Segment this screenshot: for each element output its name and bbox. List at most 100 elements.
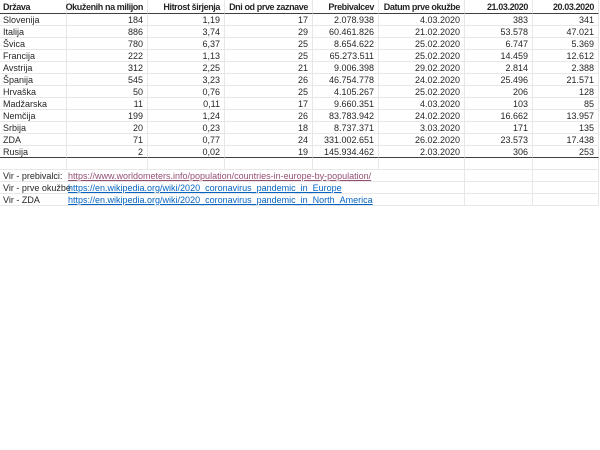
cell-infected-per-million[interactable]: 199	[67, 110, 148, 122]
cell-spread-rate[interactable]: 0,23	[148, 122, 225, 134]
cell-country[interactable]: Srbija	[0, 122, 67, 134]
cell-2020-03-21[interactable]: 171	[465, 122, 533, 134]
cell-first-infection-date[interactable]: 21.02.2020	[379, 26, 465, 38]
cell-country[interactable]: Rusija	[0, 146, 67, 158]
column-header-spread-rate[interactable]: Hitrost širjenja	[148, 0, 225, 14]
cell-spread-rate[interactable]: 3,23	[148, 74, 225, 86]
cell-days-since-first-detection[interactable]: 19	[225, 146, 313, 158]
cell-2020-03-21[interactable]: 383	[465, 14, 533, 26]
cell-2020-03-21[interactable]: 16.662	[465, 110, 533, 122]
source-link[interactable]: https://en.wikipedia.org/wiki/2020_coron…	[68, 183, 342, 193]
cell-population[interactable]: 65.273.511	[313, 50, 379, 62]
source-link[interactable]: https://www.worldometers.info/population…	[68, 171, 371, 181]
cell-population[interactable]: 46.754.778	[313, 74, 379, 86]
cell-infected-per-million[interactable]: 20	[67, 122, 148, 134]
cell-2020-03-21[interactable]: 6.747	[465, 38, 533, 50]
cell-population[interactable]: 145.934.462	[313, 146, 379, 158]
cell-country[interactable]: Avstrija	[0, 62, 67, 74]
cell-country[interactable]: Madžarska	[0, 98, 67, 110]
cell-days-since-first-detection[interactable]: 29	[225, 26, 313, 38]
cell-first-infection-date[interactable]: 25.02.2020	[379, 50, 465, 62]
column-header-first-infection-date[interactable]: Datum prve okužbe	[379, 0, 465, 14]
cell-population[interactable]: 8.654.622	[313, 38, 379, 50]
cell-infected-per-million[interactable]: 780	[67, 38, 148, 50]
column-header-population[interactable]: Prebivalcev	[313, 0, 379, 14]
cell-country[interactable]: Italija	[0, 26, 67, 38]
cell-days-since-first-detection[interactable]: 26	[225, 74, 313, 86]
cell-spread-rate[interactable]: 1,13	[148, 50, 225, 62]
cell-2020-03-20[interactable]: 135	[533, 122, 599, 134]
cell-infected-per-million[interactable]: 11	[67, 98, 148, 110]
cell-infected-per-million[interactable]: 184	[67, 14, 148, 26]
cell-first-infection-date[interactable]: 4.03.2020	[379, 98, 465, 110]
cell-2020-03-20[interactable]: 253	[533, 146, 599, 158]
cell-population[interactable]: 2.078.938	[313, 14, 379, 26]
cell-days-since-first-detection[interactable]: 25	[225, 86, 313, 98]
cell-infected-per-million[interactable]: 2	[67, 146, 148, 158]
cell-infected-per-million[interactable]: 545	[67, 74, 148, 86]
cell-first-infection-date[interactable]: 24.02.2020	[379, 110, 465, 122]
cell-spread-rate[interactable]: 1,19	[148, 14, 225, 26]
cell-days-since-first-detection[interactable]: 25	[225, 50, 313, 62]
cell-country[interactable]: Francija	[0, 50, 67, 62]
cell-2020-03-21[interactable]: 306	[465, 146, 533, 158]
cell-first-infection-date[interactable]: 25.02.2020	[379, 38, 465, 50]
cell-population[interactable]: 60.461.826	[313, 26, 379, 38]
cell-first-infection-date[interactable]: 26.02.2020	[379, 134, 465, 146]
cell-2020-03-21[interactable]: 2.814	[465, 62, 533, 74]
cell-2020-03-21[interactable]: 103	[465, 98, 533, 110]
cell-2020-03-20[interactable]: 2.388	[533, 62, 599, 74]
cell-days-since-first-detection[interactable]: 26	[225, 110, 313, 122]
cell-spread-rate[interactable]: 3,74	[148, 26, 225, 38]
cell-2020-03-21[interactable]: 23.573	[465, 134, 533, 146]
cell-spread-rate[interactable]: 0,02	[148, 146, 225, 158]
cell-spread-rate[interactable]: 0,76	[148, 86, 225, 98]
cell-country[interactable]: Nemčija	[0, 110, 67, 122]
cell-days-since-first-detection[interactable]: 17	[225, 98, 313, 110]
cell-first-infection-date[interactable]: 3.03.2020	[379, 122, 465, 134]
cell-country[interactable]: Slovenija	[0, 14, 67, 26]
cell-population[interactable]: 4.105.267	[313, 86, 379, 98]
cell-2020-03-20[interactable]: 13.957	[533, 110, 599, 122]
cell-first-infection-date[interactable]: 24.02.2020	[379, 74, 465, 86]
cell-2020-03-21[interactable]: 25.496	[465, 74, 533, 86]
cell-population[interactable]: 8.737.371	[313, 122, 379, 134]
cell-first-infection-date[interactable]: 29.02.2020	[379, 62, 465, 74]
cell-2020-03-20[interactable]: 5.369	[533, 38, 599, 50]
cell-infected-per-million[interactable]: 222	[67, 50, 148, 62]
cell-days-since-first-detection[interactable]: 17	[225, 14, 313, 26]
column-header-days-since-first-detection[interactable]: Dni od prve zaznave	[225, 0, 313, 14]
cell-spread-rate[interactable]: 0,11	[148, 98, 225, 110]
cell-2020-03-20[interactable]: 21.571	[533, 74, 599, 86]
source-link[interactable]: https://en.wikipedia.org/wiki/2020_coron…	[68, 195, 373, 205]
cell-2020-03-20[interactable]: 12.612	[533, 50, 599, 62]
cell-first-infection-date[interactable]: 25.02.2020	[379, 86, 465, 98]
cell-spread-rate[interactable]: 0,77	[148, 134, 225, 146]
cell-2020-03-21[interactable]: 206	[465, 86, 533, 98]
cell-days-since-first-detection[interactable]: 24	[225, 134, 313, 146]
cell-first-infection-date[interactable]: 4.03.2020	[379, 14, 465, 26]
cell-2020-03-20[interactable]: 47.021	[533, 26, 599, 38]
cell-first-infection-date[interactable]: 2.03.2020	[379, 146, 465, 158]
cell-population[interactable]: 9.006.398	[313, 62, 379, 74]
column-header-infected-per-million[interactable]: Okuženih na milijon	[67, 0, 148, 14]
column-header-country[interactable]: Država	[0, 0, 67, 14]
cell-country[interactable]: Španija	[0, 74, 67, 86]
cell-spread-rate[interactable]: 2,25	[148, 62, 225, 74]
cell-2020-03-20[interactable]: 85	[533, 98, 599, 110]
column-header-2020-03-21[interactable]: 21.03.2020	[465, 0, 533, 14]
cell-days-since-first-detection[interactable]: 21	[225, 62, 313, 74]
cell-2020-03-21[interactable]: 14.459	[465, 50, 533, 62]
cell-spread-rate[interactable]: 1,24	[148, 110, 225, 122]
cell-population[interactable]: 9.660.351	[313, 98, 379, 110]
cell-2020-03-20[interactable]: 341	[533, 14, 599, 26]
cell-2020-03-20[interactable]: 17.438	[533, 134, 599, 146]
cell-country[interactable]: Hrvaška	[0, 86, 67, 98]
cell-population[interactable]: 83.783.942	[313, 110, 379, 122]
cell-infected-per-million[interactable]: 886	[67, 26, 148, 38]
cell-infected-per-million[interactable]: 50	[67, 86, 148, 98]
cell-days-since-first-detection[interactable]: 25	[225, 38, 313, 50]
cell-days-since-first-detection[interactable]: 18	[225, 122, 313, 134]
cell-country[interactable]: Švica	[0, 38, 67, 50]
cell-country[interactable]: ZDA	[0, 134, 67, 146]
